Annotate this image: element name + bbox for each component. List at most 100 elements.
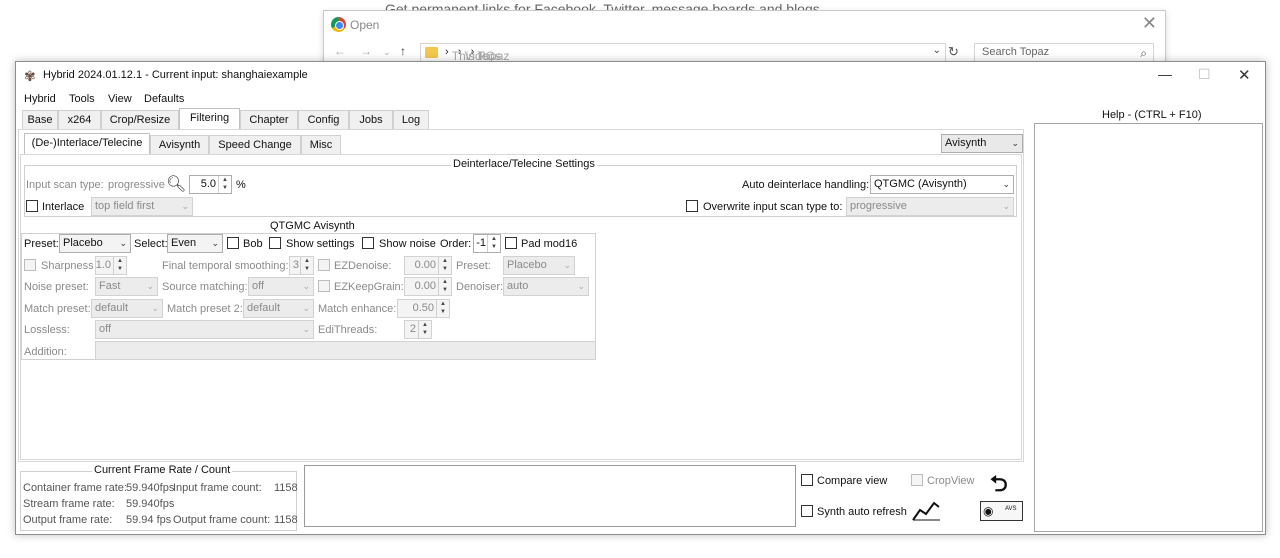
help-panel[interactable] xyxy=(1034,123,1263,532)
match-enhance-value: 0.50 xyxy=(412,302,434,314)
fts-spinner[interactable]: 3 ▲ ▼ xyxy=(289,256,314,275)
spinner-arrows-icon[interactable]: ▲ ▼ xyxy=(487,235,500,252)
crop-view-checkbox[interactable] xyxy=(911,474,923,486)
tab-config[interactable]: Config xyxy=(298,110,349,130)
lossless-select[interactable]: off ⌄ xyxy=(95,320,314,339)
overwrite-select[interactable]: progressive ⌄ xyxy=(846,197,1014,216)
match-preset2-select[interactable]: default ⌄ xyxy=(243,299,314,318)
tab-avisynth[interactable]: Avisynth xyxy=(150,135,209,155)
minimize-icon[interactable]: — xyxy=(1158,66,1172,82)
tab-jobs[interactable]: Jobs xyxy=(349,110,393,130)
pad-mod16-checkbox[interactable] xyxy=(505,237,517,249)
ezkeepgrain-checkbox[interactable] xyxy=(318,280,330,292)
overwrite-checkbox[interactable] xyxy=(686,200,698,212)
show-noise-checkbox[interactable] xyxy=(362,237,374,249)
tab-log[interactable]: Log xyxy=(393,110,429,130)
spinner-arrows-icon[interactable]: ▲ ▼ xyxy=(418,321,431,338)
back-icon[interactable]: ← xyxy=(334,44,346,58)
undo-icon[interactable]: ⮌ xyxy=(990,467,1008,505)
chevron-down-icon[interactable]: ⌄ xyxy=(383,47,391,58)
spinner-arrows-icon[interactable]: ▲ ▼ xyxy=(436,300,449,317)
denoiser-select[interactable]: auto ⌄ xyxy=(503,277,589,296)
input-scan-value: progressive xyxy=(108,179,165,191)
match-preset-select[interactable]: default ⌄ xyxy=(91,299,163,318)
chevron-down-icon: ⌄ xyxy=(302,324,310,334)
noise-preset-select[interactable]: Fast ⌄ xyxy=(95,277,158,296)
maximize-icon[interactable]: ☐ xyxy=(1198,66,1211,83)
chevron-down-icon[interactable]: ⌄ xyxy=(933,45,941,56)
match-enhance-label: Match enhance: xyxy=(318,303,397,315)
overwrite-value: progressive xyxy=(850,200,907,212)
field-order-select[interactable]: top field first ⌄ xyxy=(91,197,193,216)
app-icon: ✾ xyxy=(24,68,36,84)
engine-select-value: Avisynth xyxy=(945,137,987,149)
percent-value: 5.0 xyxy=(200,178,216,190)
ezdenoise-label: EZDenoise: xyxy=(334,260,392,272)
chevron-down-icon: ⌄ xyxy=(146,281,154,291)
tab-deinterlace[interactable]: (De-)Interlace/Telecine xyxy=(24,133,150,155)
edithreads-value: 2 xyxy=(409,323,416,335)
tab-chapter[interactable]: Chapter xyxy=(240,110,298,130)
open-dialog: Open ✕ ← → ⌄ ↑ › This PC › Videos › Topa… xyxy=(323,10,1166,64)
order-spinner[interactable]: -1 ▲ ▼ xyxy=(473,234,501,253)
addition-input[interactable] xyxy=(95,341,596,360)
tab-base[interactable]: Base xyxy=(22,110,58,130)
refresh-icon[interactable]: ↻ xyxy=(948,44,959,60)
deinterlace-group-title: Deinterlace/Telecine Settings xyxy=(451,158,597,170)
spinner-arrows-icon[interactable]: ▲ ▼ xyxy=(438,257,451,274)
compare-view-checkbox[interactable] xyxy=(801,474,813,486)
sharpness-checkbox[interactable] xyxy=(24,259,36,271)
search-icon: ⌕ xyxy=(1140,46,1147,60)
search-input[interactable]: Search Topaz ⌕ xyxy=(974,43,1154,62)
preset2-select[interactable]: Placebo ⌄ xyxy=(503,256,575,275)
ezdenoise-checkbox[interactable] xyxy=(318,259,330,271)
menu-hybrid[interactable]: Hybrid xyxy=(24,93,56,105)
noise-preset-label: Noise preset: xyxy=(24,281,89,293)
spinner-arrows-icon[interactable]: ▲ ▼ xyxy=(218,176,231,193)
avs-preview-icon[interactable]: ◉ AVS xyxy=(980,501,1023,521)
select-select[interactable]: Even ⌄ xyxy=(167,234,223,253)
denoiser-value: auto xyxy=(507,280,529,292)
close-icon[interactable]: ✕ xyxy=(1238,66,1251,84)
percent-spinner[interactable]: 5.0 ▲ ▼ xyxy=(189,175,232,194)
folder-icon xyxy=(425,47,438,58)
tab-misc[interactable]: Misc xyxy=(301,135,341,155)
synth-refresh-checkbox[interactable] xyxy=(801,505,813,517)
show-settings-checkbox[interactable] xyxy=(269,237,281,249)
order-value: -1 xyxy=(476,237,486,249)
match-enhance-spinner[interactable]: 0.50 ▲ ▼ xyxy=(397,299,450,318)
menu-defaults[interactable]: Defaults xyxy=(144,93,184,105)
preset-select[interactable]: Placebo ⌄ xyxy=(59,234,131,253)
graph-icon[interactable] xyxy=(911,498,941,522)
spinner-arrows-icon[interactable]: ▲ ▼ xyxy=(438,278,451,295)
chevron-down-icon: ⌄ xyxy=(151,303,159,313)
close-icon[interactable]: ✕ xyxy=(1142,13,1157,34)
tab-x264[interactable]: x264 xyxy=(58,110,101,130)
auto-handling-label: Auto deinterlace handling: xyxy=(742,179,870,191)
menu-tools[interactable]: Tools xyxy=(69,93,95,105)
engine-select[interactable]: Avisynth ⌄ xyxy=(941,134,1023,153)
tab-filtering[interactable]: Filtering xyxy=(179,108,240,130)
chrome-icon xyxy=(331,17,346,32)
log-textarea[interactable] xyxy=(304,465,796,527)
address-bar[interactable]: › This PC › Videos › Topaz ⌄ xyxy=(420,43,946,63)
menu-view[interactable]: View xyxy=(108,93,132,105)
interlace-checkbox[interactable] xyxy=(26,200,38,212)
show-noise-label: Show noise xyxy=(379,238,436,250)
edithreads-spinner[interactable]: 2 ▲ ▼ xyxy=(404,320,432,339)
up-arrow-icon[interactable]: ↑ xyxy=(400,44,406,58)
spinner-arrows-icon[interactable]: ▲ ▼ xyxy=(113,257,126,274)
tab-crop-resize[interactable]: Crop/Resize xyxy=(101,110,179,130)
ezkeepgrain-spinner[interactable]: 0.00 ▲ ▼ xyxy=(404,277,452,296)
match-preset-label: Match preset: xyxy=(24,303,91,315)
bob-checkbox[interactable] xyxy=(227,237,239,249)
source-matching-select[interactable]: off ⌄ xyxy=(248,277,314,296)
tab-speed-change[interactable]: Speed Change xyxy=(209,135,301,155)
forward-icon[interactable]: → xyxy=(360,44,372,58)
auto-handling-select[interactable]: QTGMC (Avisynth) ⌄ xyxy=(870,175,1014,194)
magnifier-icon[interactable]: 🔍︎ xyxy=(166,174,186,194)
sharpness-spinner[interactable]: 1.0 ▲ ▼ xyxy=(95,256,127,275)
interlace-label: Interlace xyxy=(42,201,85,213)
spinner-arrows-icon[interactable]: ▲ ▼ xyxy=(300,257,313,274)
ezdenoise-spinner[interactable]: 0.00 ▲ ▼ xyxy=(404,256,452,275)
